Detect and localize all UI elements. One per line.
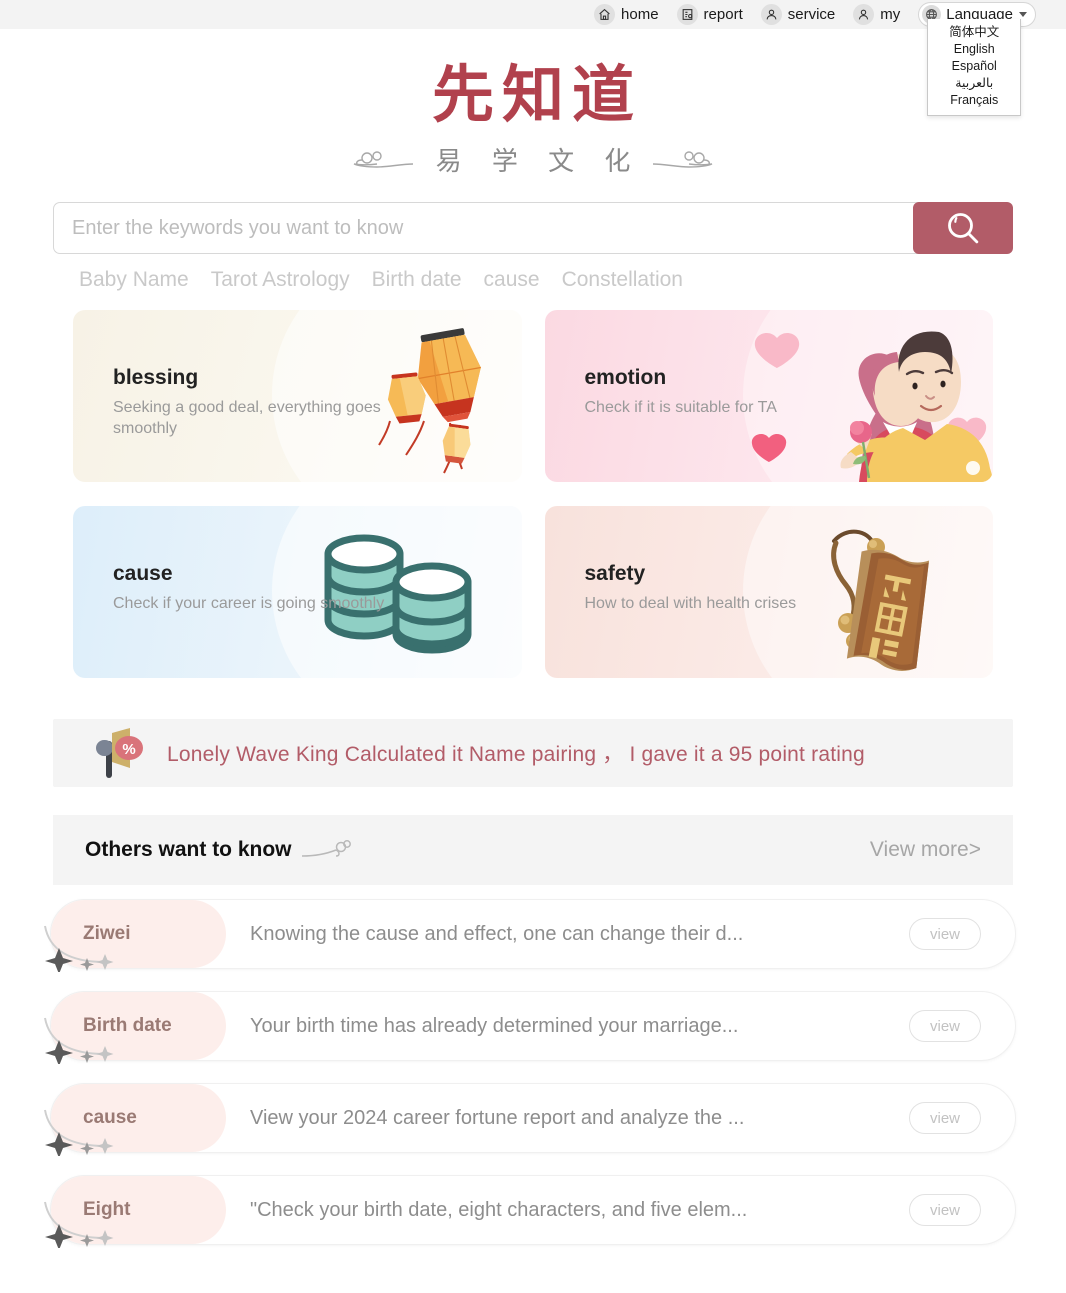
language-option-en[interactable]: English — [928, 41, 1020, 58]
service-icon — [760, 4, 782, 25]
nav-item-my[interactable]: my — [853, 4, 900, 25]
language-option-zh[interactable]: 简体中文 — [928, 24, 1020, 41]
feature-card-safety[interactable]: safety How to deal with health crises — [544, 506, 993, 678]
coins-illustration — [324, 534, 471, 654]
list-item-tag: Ziwei — [51, 900, 226, 968]
cloud-swirl-left-icon — [353, 150, 413, 168]
card-description: Check if it is suitable for TA — [584, 399, 777, 416]
view-button[interactable]: view — [909, 1010, 981, 1042]
nav-label: report — [703, 6, 743, 23]
list-item[interactable]: Ziwei Knowing the cause and effect, one … — [44, 899, 1016, 972]
view-more-label: View more — [869, 838, 969, 861]
user-icon — [853, 4, 875, 25]
search-bar — [53, 202, 1013, 254]
view-button[interactable]: view — [909, 1194, 981, 1226]
page-root: home report service my Language 简体中文 Eng… — [0, 0, 1066, 1293]
list-item-tag: Eight — [51, 1176, 226, 1244]
list-item[interactable]: Eight "Check your birth date, eight char… — [44, 1175, 1016, 1248]
cloud-swirl-icon — [301, 840, 351, 857]
feature-card-blessing[interactable]: blessing Seeking a good deal, everything… — [73, 310, 522, 482]
search-button[interactable] — [913, 202, 1013, 254]
nav-label: service — [787, 6, 836, 23]
nav-item-service[interactable]: service — [760, 4, 836, 25]
home-icon — [594, 4, 616, 25]
announcement-text: Lonely Wave King Calculated it Name pair… — [167, 743, 865, 766]
card-title: safety — [584, 562, 646, 585]
tag-baby-name[interactable]: Baby Name — [79, 268, 189, 292]
nav-item-report[interactable]: report — [676, 4, 743, 25]
view-more-link[interactable]: View more > — [870, 838, 981, 862]
list-item[interactable]: cause View your 2024 career fortune repo… — [44, 1083, 1016, 1156]
feature-card-emotion[interactable]: emotion Check if it is suitable for TA — [544, 310, 993, 482]
list-item-text: Knowing the cause and effect, one can ch… — [250, 922, 744, 945]
tag-cause[interactable]: cause — [484, 268, 540, 292]
card-title: cause — [113, 562, 173, 585]
nav-label: my — [880, 6, 901, 23]
feature-card-cause[interactable]: cause Check if your career is going smoo… — [73, 506, 522, 678]
knowledge-list: Ziwei Knowing the cause and effect, one … — [44, 899, 1016, 1248]
megaphone-percent-icon: % — [96, 728, 143, 778]
search-icon — [948, 213, 979, 244]
svg-text:%: % — [122, 741, 135, 758]
list-item-tag: cause — [51, 1084, 226, 1152]
logo-title: 先知道 — [431, 58, 642, 131]
language-selector: Language 简体中文 English Español بالعربية F… — [918, 2, 1036, 116]
card-title: blessing — [113, 366, 199, 389]
couple-illustration — [751, 331, 993, 482]
chevron-down-icon — [1019, 12, 1027, 17]
site-logo: 先知道 易 学 文 化 — [0, 29, 1066, 178]
list-item-text: View your 2024 career fortune report and… — [250, 1106, 745, 1129]
view-button[interactable]: view — [909, 918, 981, 950]
language-option-ar[interactable]: بالعربية — [928, 75, 1020, 92]
list-item[interactable]: Birth date Your birth time has already d… — [44, 991, 1016, 1064]
chevron-right-icon: > — [968, 838, 981, 861]
section-title-group: Others want to know — [85, 838, 354, 862]
card-title: emotion — [584, 366, 667, 389]
logo-subtitle-row: 易 学 文 化 — [0, 141, 1066, 178]
nav-item-home[interactable]: home — [594, 4, 659, 25]
others-want-to-know-header: Others want to know View more > — [53, 815, 1013, 885]
report-icon — [676, 4, 698, 25]
card-description: Seeking a good deal, everything goes smo… — [113, 399, 381, 437]
language-option-fr[interactable]: Français — [928, 92, 1020, 109]
tag-constellation[interactable]: Constellation — [562, 268, 683, 292]
card-description: How to deal with health crises — [584, 595, 797, 612]
list-item-tag: Birth date — [51, 992, 226, 1060]
list-item-text: "Check your birth date, eight characters… — [250, 1198, 748, 1221]
logo-subtitle: 易 学 文 化 — [435, 147, 642, 177]
announcement-banner[interactable]: % Lonely Wave King Calculated it Name pa… — [53, 719, 1013, 787]
language-option-es[interactable]: Español — [928, 58, 1020, 75]
feature-card-grid: blessing Seeking a good deal, everything… — [73, 310, 993, 678]
nav-label: home — [621, 6, 659, 23]
tag-tarot-astrology[interactable]: Tarot Astrology — [211, 268, 350, 292]
tag-birth-date[interactable]: Birth date — [372, 268, 462, 292]
top-navigation-bar: home report service my Language 简体中文 Eng… — [0, 0, 1066, 116]
view-button[interactable]: view — [909, 1102, 981, 1134]
cloud-swirl-right-icon — [653, 150, 713, 168]
card-description: Check if your career is going smoothly — [113, 595, 385, 612]
section-title: Others want to know — [85, 838, 292, 861]
list-item-text: Your birth time has already determined y… — [250, 1014, 739, 1037]
language-dropdown-menu: 简体中文 English Español بالعربية Français — [927, 19, 1022, 116]
search-input[interactable] — [53, 202, 919, 254]
search-suggestion-tags: Baby Name Tarot Astrology Birth date cau… — [53, 268, 1013, 292]
